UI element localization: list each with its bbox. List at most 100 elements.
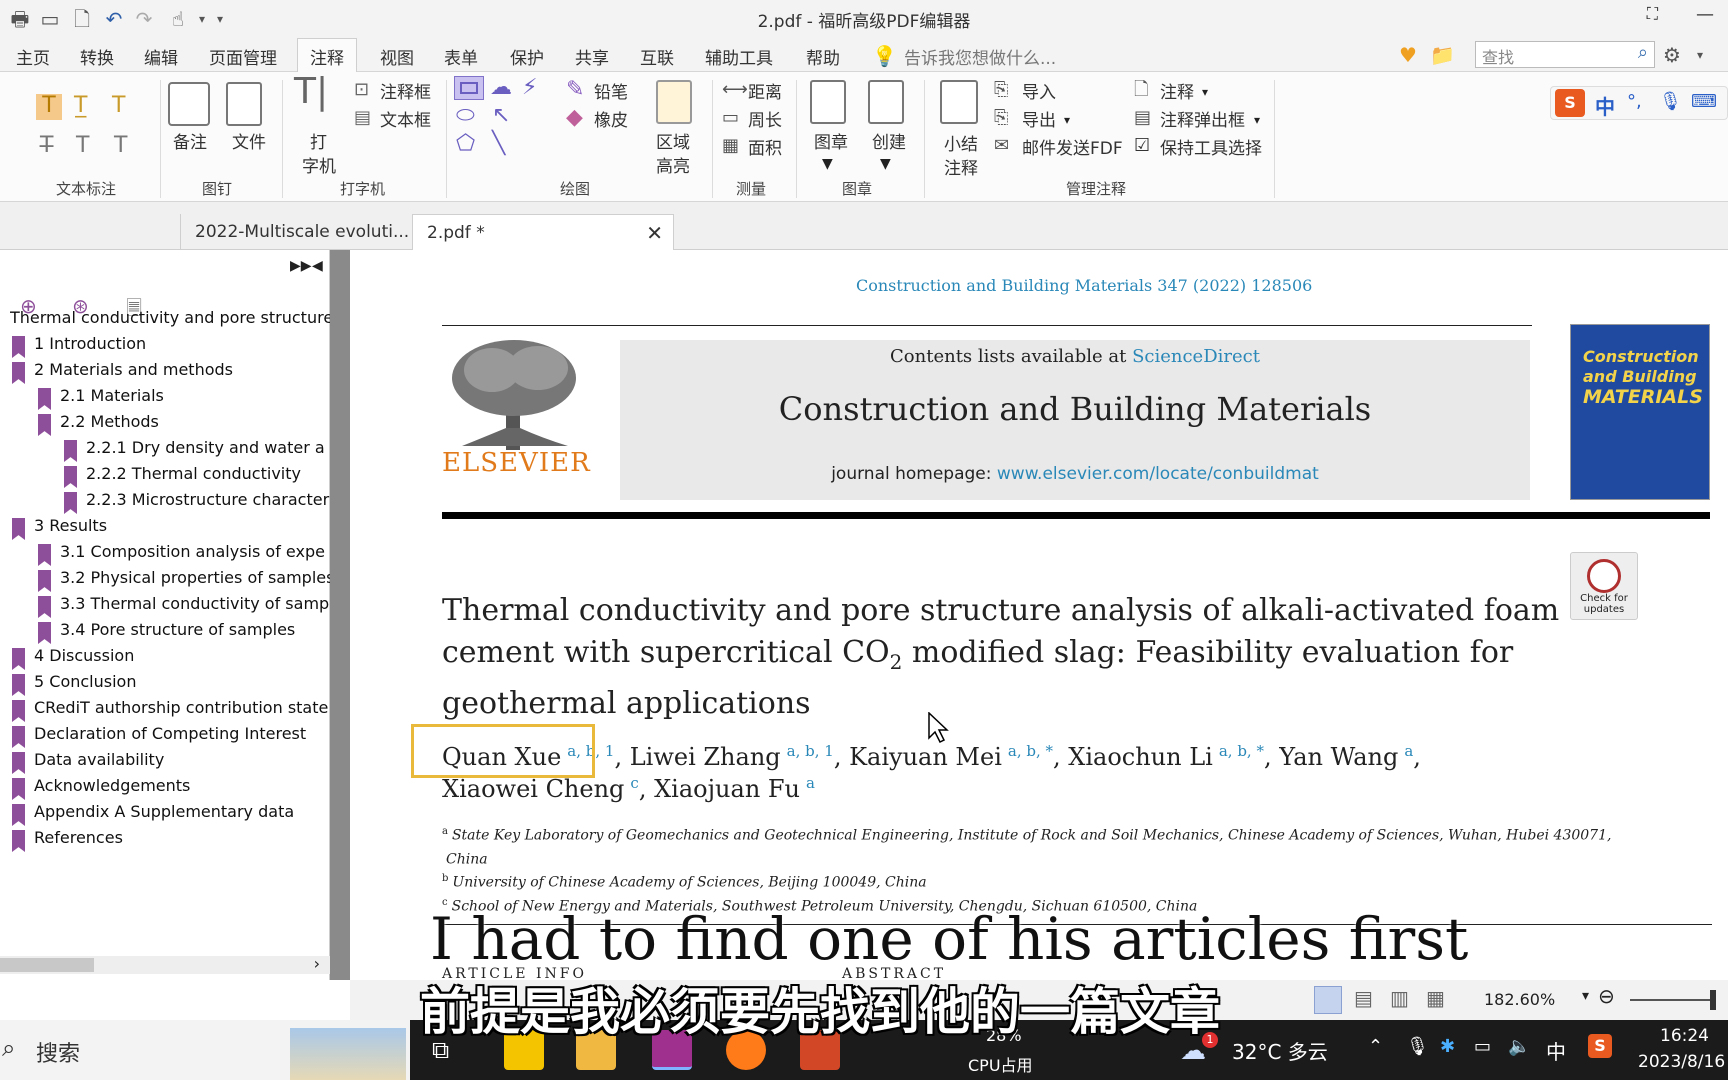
insert-text-icon[interactable]: T — [114, 134, 127, 158]
folder-search-icon[interactable]: 📁 — [1430, 43, 1455, 67]
show-hidden-icons-icon[interactable]: ⌃ — [1368, 1036, 1383, 1057]
popup-note-dropdown-icon[interactable]: ▾ — [1254, 108, 1260, 132]
popup-note-button[interactable]: 注释弹出框 — [1160, 106, 1245, 131]
tab-accessibility[interactable]: 辅助工具 — [705, 44, 773, 69]
tab-connect[interactable]: 互联 — [640, 44, 674, 69]
close-tab-icon[interactable]: ✕ — [646, 221, 663, 245]
bookmark-item[interactable]: Appendix A Supplementary data — [34, 802, 330, 821]
eraser-icon[interactable]: ◆ — [566, 106, 583, 130]
export-icon[interactable]: ⎘ — [994, 106, 1008, 130]
comment-icon[interactable]: 🗋 — [1134, 78, 1148, 102]
tab-doc-2pdf[interactable]: 2.pdf * ✕ — [412, 214, 674, 250]
note-button[interactable]: 备注 — [173, 128, 207, 153]
stamp-icon[interactable] — [810, 80, 846, 124]
bookmark-item[interactable]: 5 Conclusion — [34, 672, 330, 691]
clock-time[interactable]: 16:24 — [1660, 1026, 1709, 1046]
settings-gear-icon[interactable]: ⚙ — [1660, 43, 1684, 67]
area-measure-button[interactable]: 面积 — [748, 134, 782, 159]
tab-edit[interactable]: 编辑 — [144, 44, 178, 69]
squiggly-text-icon[interactable]: T — [112, 94, 125, 118]
author-affiliation-marks[interactable]: a — [1404, 742, 1413, 760]
author-affiliation-marks[interactable]: a — [806, 774, 815, 792]
battery-icon[interactable]: ▭ — [1474, 1036, 1491, 1057]
bookmark-item[interactable]: CRediT authorship contribution state — [34, 698, 330, 717]
ime-punctuation-icon[interactable]: °, — [1627, 91, 1642, 112]
email-fdf-icon[interactable]: ✉ — [994, 134, 1009, 158]
callout-button[interactable]: 注释框 — [380, 78, 431, 103]
typewriter-icon[interactable]: T| — [294, 74, 328, 110]
horizontal-scrollbar[interactable]: › — [0, 954, 330, 974]
arrow-tool-icon[interactable]: ↖ — [492, 104, 510, 128]
typewriter-button-line2[interactable]: 字机 — [302, 152, 336, 177]
search-input[interactable]: 查找 ⌕ — [1475, 41, 1655, 68]
minimize-window-icon[interactable]: — — [1696, 4, 1714, 25]
zoom-dropdown-icon[interactable]: ▾ — [1582, 988, 1589, 1004]
scroll-right-icon[interactable]: › — [314, 954, 320, 973]
bookmark-item[interactable]: 2.2.1 Dry density and water a — [86, 438, 330, 457]
distance-button[interactable]: 距离 — [748, 78, 782, 103]
polyline-tool-icon[interactable]: ⚡ — [522, 76, 537, 100]
perimeter-icon[interactable]: ▭ — [722, 106, 739, 130]
bookmark-item[interactable]: 3.2 Physical properties of samples — [60, 568, 330, 587]
sciencedirect-link[interactable]: ScienceDirect — [1132, 346, 1260, 367]
cloud-tool-icon[interactable]: ☁ — [490, 76, 512, 100]
underline-text-icon[interactable]: T̲ — [74, 94, 87, 118]
bookmark-item[interactable]: Data availability — [34, 750, 330, 769]
export-dropdown-icon[interactable]: ▾ — [1064, 108, 1070, 132]
bluetooth-icon[interactable]: ✱ — [1440, 1036, 1455, 1057]
bookmark-item[interactable]: Thermal conductivity and pore structure — [10, 308, 330, 327]
single-page-view-icon[interactable] — [1314, 986, 1342, 1014]
restore-window-icon[interactable]: ⛶ — [1647, 4, 1658, 24]
microphone-icon[interactable]: 🎙 — [1406, 1036, 1429, 1057]
continuous-facing-view-icon[interactable]: ▦ — [1426, 986, 1445, 1010]
author-affiliation-marks[interactable]: c — [630, 774, 638, 792]
file-attach-icon[interactable] — [226, 82, 262, 126]
tab-view[interactable]: 视图 — [380, 44, 414, 69]
replace-text-icon[interactable]: T — [76, 134, 89, 158]
rectangle-tool-icon[interactable] — [454, 76, 484, 100]
pencil-icon[interactable]: ✎ — [566, 78, 584, 102]
heart-icon[interactable]: ♥ — [1396, 43, 1420, 67]
settings-dropdown-icon[interactable]: ▾ — [1688, 43, 1712, 67]
ime-keyboard-icon[interactable]: ⌨ — [1691, 91, 1717, 112]
export-button[interactable]: 导出 — [1022, 106, 1056, 131]
comment-button[interactable]: 注释 — [1160, 78, 1194, 103]
bookmark-item[interactable]: 2.2.2 Thermal conductivity — [86, 464, 330, 483]
sogou-tray-icon[interactable]: S — [1588, 1034, 1612, 1058]
tab-previous-doc[interactable] — [0, 214, 180, 250]
author-affiliation-marks[interactable]: a, b, * — [1008, 742, 1053, 760]
email-fdf-button[interactable]: 邮件发送FDF — [1022, 134, 1123, 159]
tab-protect[interactable]: 保护 — [510, 44, 544, 69]
bookmark-item[interactable]: 2 Materials and methods — [34, 360, 330, 379]
textbox-button[interactable]: 文本框 — [380, 106, 431, 131]
tab-form[interactable]: 表单 — [444, 44, 478, 69]
ime-indicator[interactable]: 中 — [1546, 1036, 1566, 1065]
tab-doc-2022-multiscale[interactable]: 2022-Multiscale evoluti... — [180, 214, 412, 250]
pencil-button[interactable]: 铅笔 — [594, 78, 628, 103]
keep-tool-checkbox[interactable]: ☑ — [1134, 134, 1150, 158]
bookmark-item[interactable]: 2.1 Materials — [60, 386, 330, 405]
author-name[interactable]: Xiaochun Li — [1068, 743, 1213, 771]
polygon-tool-icon[interactable]: ⬠ — [456, 132, 475, 156]
typewriter-button[interactable]: 打 — [310, 128, 327, 153]
summarize-comments-icon[interactable] — [940, 80, 978, 124]
zoom-slider-handle[interactable] — [1710, 990, 1716, 1010]
tab-help[interactable]: 帮助 — [806, 44, 840, 69]
homepage-link[interactable]: www.elsevier.com/locate/conbuildmat — [997, 464, 1319, 484]
bookmark-item[interactable]: References — [34, 828, 330, 847]
create-stamp-button[interactable]: 创建 — [872, 128, 906, 153]
weather-text[interactable]: 32°C 多云 — [1232, 1036, 1328, 1065]
tell-me-input[interactable]: 告诉我您想做什么... — [904, 44, 1056, 69]
comment-dropdown-icon[interactable]: ▾ — [1202, 80, 1208, 104]
summarize-comments-button-line2[interactable]: 注释 — [944, 154, 978, 179]
ime-chinese-mode-icon[interactable]: 中 — [1595, 91, 1615, 120]
expand-panel-icon[interactable]: ▶▶ — [290, 258, 312, 274]
continuous-view-icon[interactable]: ▤ — [1354, 986, 1373, 1010]
tab-convert[interactable]: 转换 — [80, 44, 114, 69]
panel-splitter[interactable] — [330, 250, 350, 980]
bookmark-item[interactable]: 2.2.3 Microstructure character — [86, 490, 330, 509]
area-highlight-button[interactable]: 区域 — [656, 128, 690, 153]
bookmark-item[interactable]: 3.3 Thermal conductivity of samp — [60, 594, 330, 613]
summarize-comments-button[interactable]: 小结 — [944, 130, 978, 155]
bookmark-item[interactable]: 3.1 Composition analysis of expe — [60, 542, 330, 561]
